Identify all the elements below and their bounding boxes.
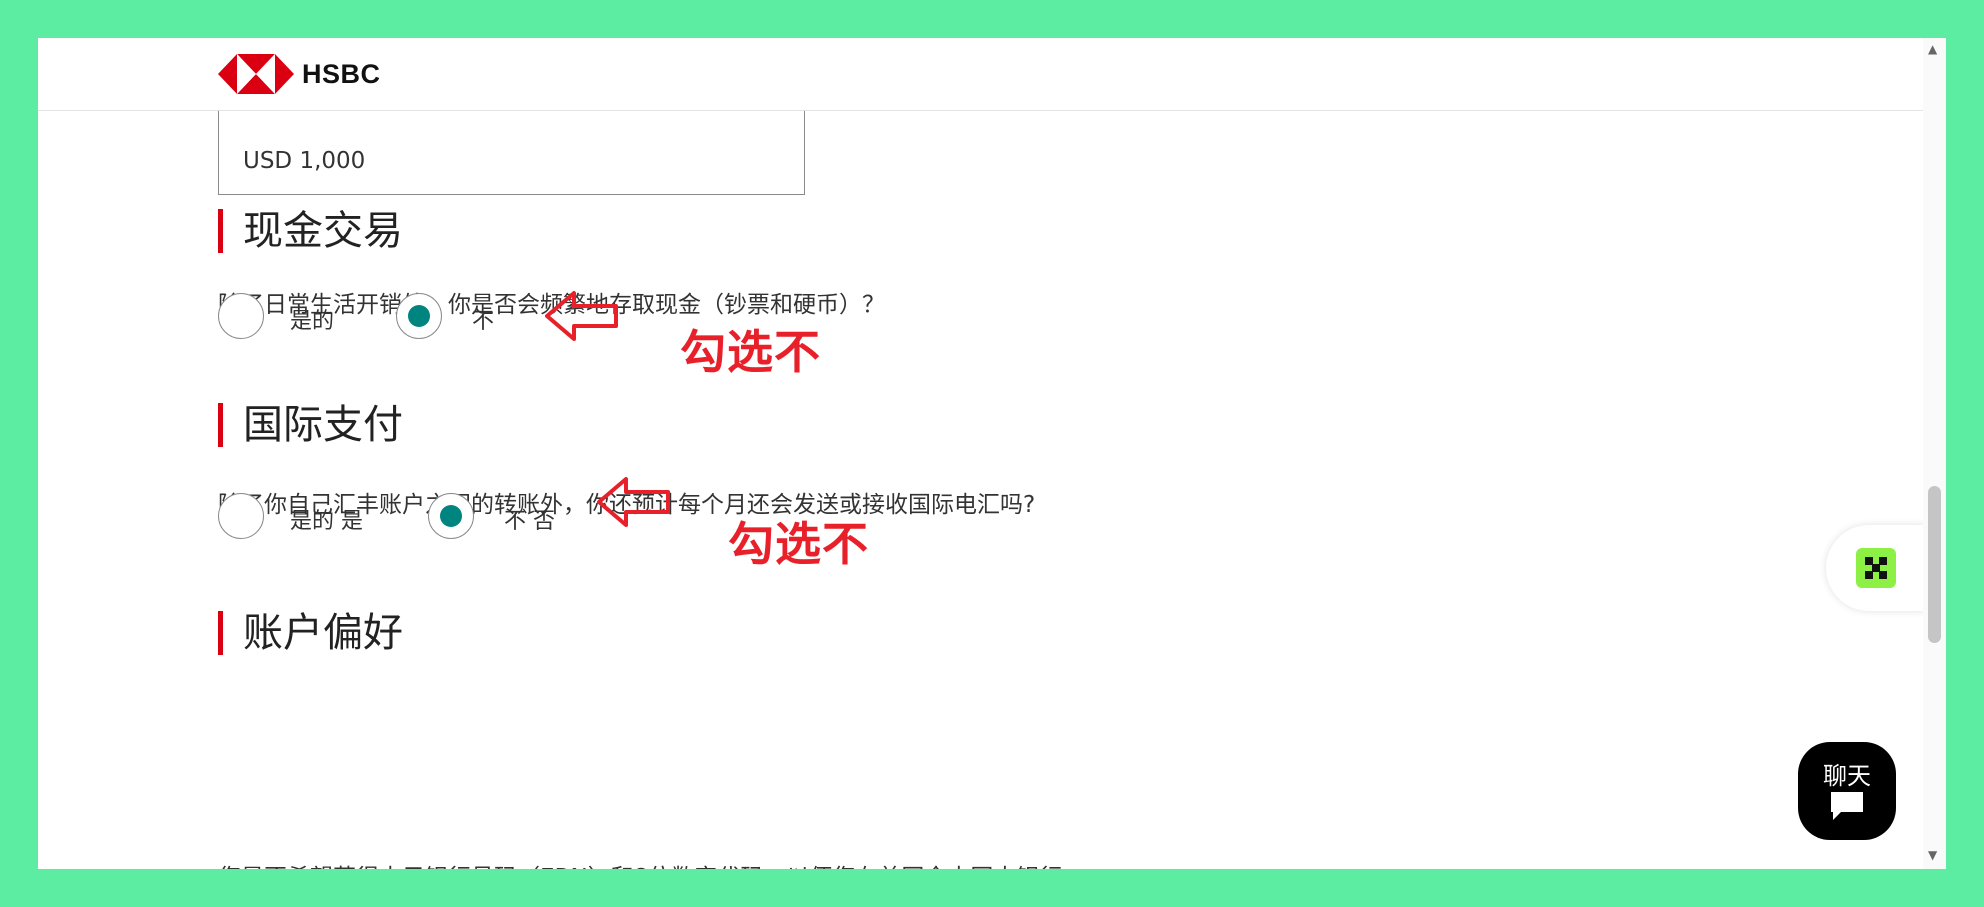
radio-international-yes[interactable] bbox=[218, 493, 264, 539]
annotation-international: 勾选不 bbox=[728, 517, 869, 571]
site-header: HSBC bbox=[38, 38, 1923, 111]
arrow-left-icon bbox=[545, 291, 618, 341]
chat-bubble-icon bbox=[1831, 792, 1863, 820]
annotation-cash: 勾选不 bbox=[680, 325, 821, 379]
hsbc-hexagon-icon bbox=[218, 54, 294, 94]
brand-name: HSBC bbox=[302, 58, 381, 89]
section-title-cash: 现金交易 bbox=[218, 209, 403, 253]
qr-icon bbox=[1856, 548, 1896, 588]
radio-international-yes-label: 是的 是 bbox=[290, 509, 363, 534]
radio-cash-no[interactable] bbox=[396, 293, 442, 339]
amount-value: USD 1,000 bbox=[243, 148, 366, 174]
radio-international-no-label: 不 否 bbox=[504, 509, 555, 534]
radio-cash-yes-label: 是的 bbox=[290, 309, 335, 334]
radio-cash-yes[interactable] bbox=[218, 293, 264, 339]
vertical-scrollbar[interactable]: ▲ ▼ bbox=[1923, 38, 1946, 869]
browser-window: HSBC USD 1,000 现金交易 除了日常生活开销外，你是否会频繁地存取现… bbox=[38, 38, 1946, 869]
question-preferences: 您是否希望获得电子银行号码（ERN）和8位数字代码，以便您在美国全中国大银行 bbox=[218, 858, 1062, 869]
radio-cash-no-label: 不 bbox=[472, 309, 495, 334]
section-title-international: 国际支付 bbox=[218, 403, 403, 447]
chat-button[interactable]: 聊天 bbox=[1798, 742, 1896, 840]
scrollbar-thumb[interactable] bbox=[1928, 486, 1941, 643]
chevron-up-icon[interactable]: ▲ bbox=[1928, 42, 1937, 56]
amount-field[interactable]: USD 1,000 bbox=[218, 110, 805, 195]
section-title-preferences: 账户偏好 bbox=[218, 611, 403, 655]
side-widget[interactable] bbox=[1826, 525, 1926, 611]
chat-label: 聊天 bbox=[1823, 762, 1871, 790]
hsbc-logo[interactable]: HSBC bbox=[218, 49, 381, 99]
radio-international-no[interactable] bbox=[428, 493, 474, 539]
arrow-left-icon bbox=[597, 477, 670, 527]
chevron-down-icon[interactable]: ▼ bbox=[1928, 848, 1937, 862]
